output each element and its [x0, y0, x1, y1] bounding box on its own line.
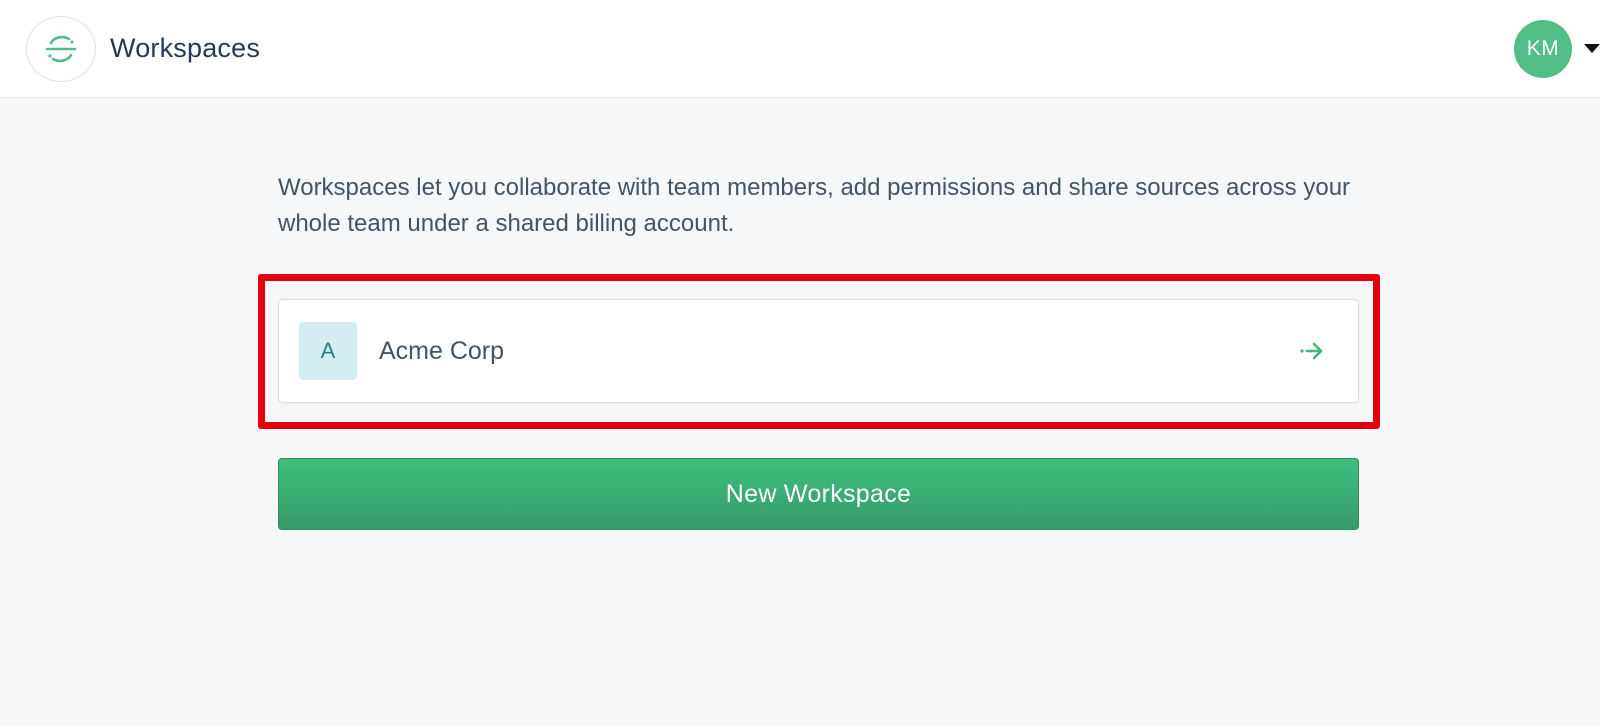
workspace-initial-badge: A: [299, 322, 357, 380]
new-workspace-button[interactable]: New Workspace: [278, 458, 1359, 530]
user-avatar[interactable]: KM: [1514, 20, 1572, 78]
segment-logo-icon[interactable]: [26, 16, 96, 82]
workspace-item-acme-corp[interactable]: A Acme Corp: [278, 299, 1359, 403]
arrow-right-icon: [1300, 342, 1323, 360]
top-navigation-bar: Workspaces KM: [0, 0, 1600, 98]
workspaces-description: Workspaces let you collaborate with team…: [278, 174, 1351, 237]
page-title: Workspaces: [110, 33, 261, 63]
caret-down-icon[interactable]: [1584, 44, 1600, 53]
workspace-name: Acme Corp: [379, 337, 505, 365]
